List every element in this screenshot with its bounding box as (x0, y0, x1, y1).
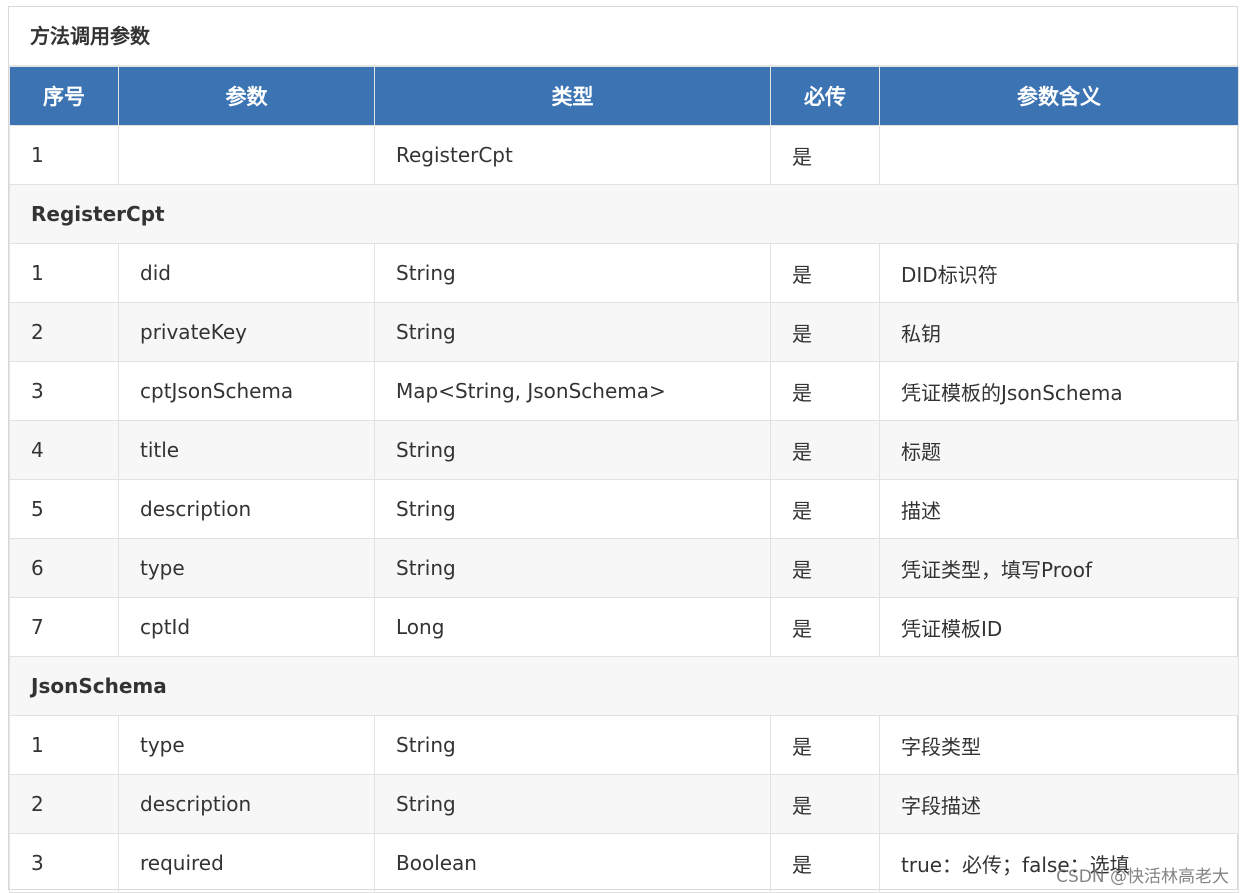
cell-meaning: 描述 (879, 479, 1239, 539)
cell-type: String (374, 715, 771, 775)
cell-index: 4 (9, 420, 119, 480)
cell-index: 7 (9, 597, 119, 657)
cell-index: 5 (9, 479, 119, 539)
cell-index: 1 (9, 243, 119, 303)
cell-param: title (118, 420, 375, 480)
cell-type: String (374, 538, 771, 598)
table-caption: 方法调用参数 (9, 7, 1237, 66)
cell-param: type (118, 715, 375, 775)
cell-meaning: 字段类型 (879, 715, 1239, 775)
cell-param (118, 125, 375, 185)
cell-index: 3 (9, 833, 119, 893)
cell-type: String (374, 243, 771, 303)
cell-param: cptId (118, 597, 375, 657)
cell-required: 是 (770, 125, 880, 185)
params-table-frame: 方法调用参数 序号 参数 类型 必传 参数含义 1 RegisterCpt 是 Reg… (8, 6, 1239, 893)
header-meaning: 参数含义 (879, 66, 1239, 126)
section-row: RegisterCpt (9, 184, 1239, 244)
table-row: 2 privateKey String 是私钥 (9, 302, 1239, 362)
table-row: 7 cptId Long 是凭证模板ID (9, 597, 1239, 657)
cell-required: 是 (770, 538, 880, 598)
cell-type: String (374, 479, 771, 539)
cell-param: description (118, 479, 375, 539)
cell-required: 是 (770, 479, 880, 539)
cell-type: String (374, 774, 771, 834)
cell-index: 3 (9, 361, 119, 421)
cell-index: 1 (9, 715, 119, 775)
cell-meaning: 字段描述 (879, 774, 1239, 834)
cell-required: 是 (770, 833, 880, 893)
cell-meaning: DID标识符 (879, 243, 1239, 303)
watermark: CSDN @快活林高老大 (1056, 867, 1229, 887)
table-row: 3 required Boolean 是 true：必传；false：选填 (9, 833, 1239, 893)
cell-param: did (118, 243, 375, 303)
table-row: 6 type String 是凭证类型，填写Proof (9, 538, 1239, 598)
cell-type: Long (374, 597, 771, 657)
header-required: 必传 (770, 66, 880, 126)
cell-type: String (374, 420, 771, 480)
cell-type: RegisterCpt (374, 125, 771, 185)
table-row: 1 did String 是 DID标识符 (9, 243, 1239, 303)
cell-param: required (118, 833, 375, 893)
table-row: 1 RegisterCpt 是 (9, 125, 1239, 185)
cell-required: 是 (770, 361, 880, 421)
cell-type: Map<String, JsonSchema> (374, 361, 771, 421)
table-row: 4 title String 是标题 (9, 420, 1239, 480)
cell-meaning: 凭证类型，填写Proof (879, 538, 1239, 598)
cell-index: 6 (9, 538, 119, 598)
cell-index: 2 (9, 774, 119, 834)
table-header-row: 序号 参数 类型 必传 参数含义 (9, 66, 1239, 126)
table-row: 1 type String 是字段类型 (9, 715, 1239, 775)
table-row: 2 description String 是字段描述 (9, 774, 1239, 834)
params-table: 序号 参数 类型 必传 参数含义 1 RegisterCpt 是 RegisterCp… (9, 66, 1239, 893)
header-param: 参数 (118, 66, 375, 126)
cell-param: privateKey (118, 302, 375, 362)
cell-required: 是 (770, 420, 880, 480)
cell-meaning: 凭证模板的JsonSchema (879, 361, 1239, 421)
cell-required: 是 (770, 597, 880, 657)
cell-param: cptJsonSchema (118, 361, 375, 421)
cell-required: 是 (770, 715, 880, 775)
cell-type: Boolean (374, 833, 771, 893)
table-row: 5 description String 是描述 (9, 479, 1239, 539)
cell-meaning: 凭证模板ID (879, 597, 1239, 657)
header-type: 类型 (374, 66, 771, 126)
cell-param: description (118, 774, 375, 834)
cell-index: 1 (9, 125, 119, 185)
cell-param: type (118, 538, 375, 598)
cell-required: 是 (770, 243, 880, 303)
cell-meaning: 标题 (879, 420, 1239, 480)
cell-required: 是 (770, 302, 880, 362)
cell-required: 是 (770, 774, 880, 834)
table-body: 1 RegisterCpt 是 RegisterCpt 1 did String 是 DID标识… (9, 125, 1239, 893)
section-row: JsonSchema (9, 656, 1239, 716)
table-row: 3 cptJsonSchema Map<String, JsonSchema> 是凭证… (9, 361, 1239, 421)
header-index: 序号 (9, 66, 119, 126)
cell-type: String (374, 302, 771, 362)
cell-meaning: 私钥 (879, 302, 1239, 362)
cell-index: 2 (9, 302, 119, 362)
cell-meaning (879, 125, 1239, 185)
section-label: JsonSchema (9, 656, 1239, 716)
section-label: RegisterCpt (9, 184, 1239, 244)
